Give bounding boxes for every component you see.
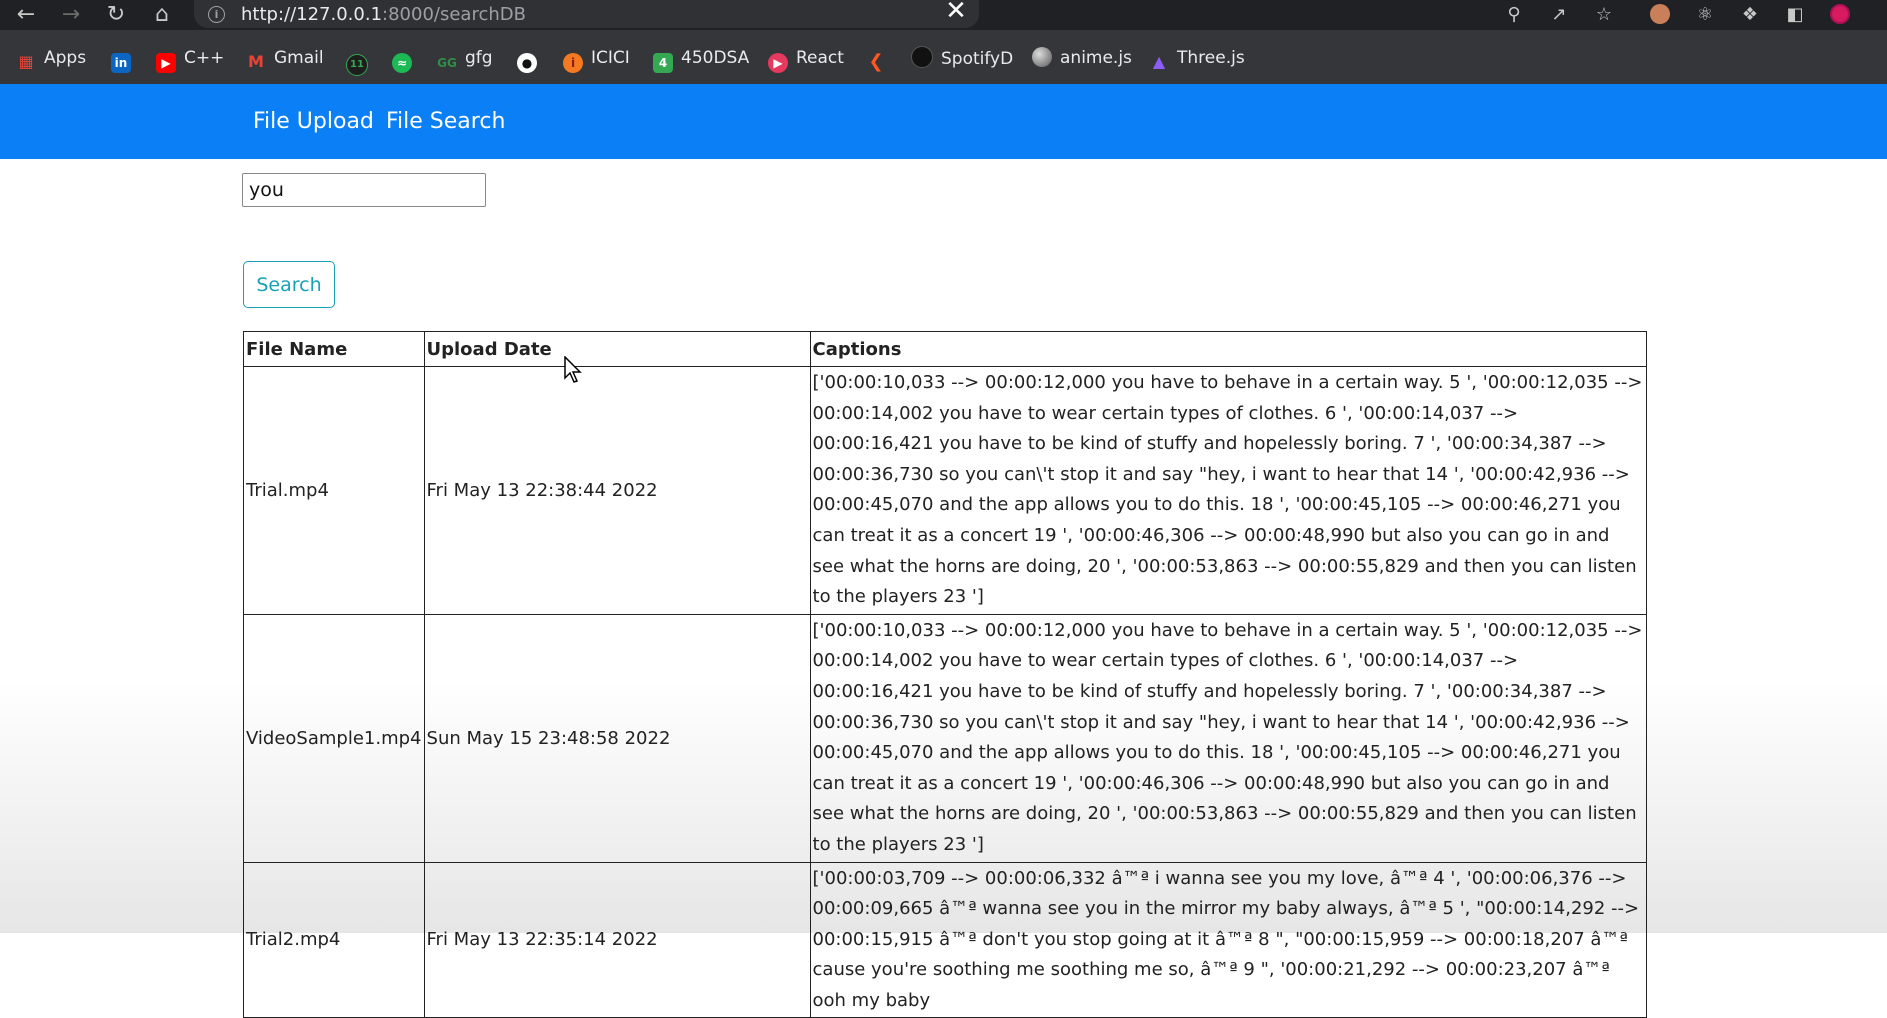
puzzle-extensions-icon[interactable]: ❖	[1739, 4, 1761, 26]
close-icon[interactable]: ✕	[934, 0, 978, 29]
mouse-cursor-icon	[564, 356, 582, 383]
table-row: Trial2.mp4 Fri May 13 22:35:14 2022 ['00…	[243, 861, 1648, 1018]
react-icon: ▶	[768, 53, 788, 73]
bookmark-animejs[interactable]: anime.js	[1032, 46, 1132, 70]
nav-file-search[interactable]: File Search	[386, 109, 505, 134]
bookmark-gfg[interactable]: GG gfg	[437, 46, 492, 70]
side-panel-icon[interactable]: ◧	[1784, 4, 1806, 26]
github-icon: ●	[517, 53, 537, 73]
info-icon[interactable]: i	[208, 6, 225, 23]
animejs-icon	[1032, 47, 1052, 67]
profile-avatar-icon[interactable]	[1829, 4, 1851, 26]
codepen-icon: ❮	[868, 51, 884, 72]
zoom-icon[interactable]: ⚲	[1503, 4, 1525, 26]
bookmark-threejs[interactable]: ▲ Three.js	[1149, 46, 1245, 71]
browser-toolbar: ← → ↻ ⌂ i http://127.0.0.1:8000/searchDB…	[0, 0, 1887, 30]
nav-file-upload[interactable]: File Upload	[253, 109, 374, 134]
spotifyd-icon	[911, 46, 933, 68]
captions-cell: ['00:00:10,033 --> 00:00:12,000 you have…	[809, 613, 1648, 863]
react-devtools-icon[interactable]: ⚛	[1694, 4, 1716, 26]
table-header-row: File Name Upload Date Captions	[243, 331, 1648, 367]
bookmark-calendar[interactable]: 11	[346, 46, 376, 76]
back-arrow-icon[interactable]: ←	[13, 2, 39, 28]
header-file-name: File Name	[243, 331, 425, 367]
bookmark-spotify[interactable]: ≈	[392, 46, 420, 73]
captions-cell: ['00:00:03,709 --> 00:00:06,332 â™ª i wa…	[809, 861, 1648, 1018]
gmail-icon: M	[248, 52, 264, 71]
upload-date-cell: Fri May 13 22:35:14 2022	[423, 861, 811, 1018]
search-button[interactable]: Search	[243, 261, 335, 308]
address-bar[interactable]: i http://127.0.0.1:8000/searchDB	[194, 0, 979, 28]
url-text: http://127.0.0.1:8000/searchDB	[241, 4, 526, 25]
reload-icon[interactable]: ↻	[103, 2, 129, 28]
app-navbar: File Upload File Search	[0, 84, 1887, 159]
upload-date-cell: Sun May 15 23:48:58 2022	[423, 613, 811, 863]
bookmark-icici[interactable]: i ICICI	[563, 46, 630, 73]
file-name-cell: Trial.mp4	[243, 366, 425, 615]
bookmark-spotifyd[interactable]: SpotifyD	[911, 46, 1013, 70]
captions-cell: ['00:00:10,033 --> 00:00:12,000 you have…	[809, 366, 1648, 615]
bookmark-github[interactable]: ●	[517, 46, 545, 73]
youtube-icon: ▶	[156, 53, 176, 73]
file-name-cell: VideoSample1.mp4	[243, 613, 425, 863]
search-input[interactable]	[242, 173, 486, 207]
icici-icon: i	[563, 53, 583, 73]
bookmarks-bar: ▦ Apps in ▶ C++ M Gmail 11 ≈ GG gfg ● i ICICI…	[0, 30, 1887, 84]
apps-grid-icon: ▦	[18, 52, 34, 71]
extension-avatar-icon[interactable]	[1649, 4, 1671, 26]
home-icon[interactable]: ⌂	[149, 2, 175, 28]
results-table: File Name Upload Date Captions Trial.mp4…	[243, 331, 1648, 1018]
bookmark-linkedin[interactable]: in	[111, 46, 139, 73]
spotify-icon: ≈	[392, 53, 412, 73]
header-upload-date: Upload Date	[423, 331, 811, 367]
number-4-icon: 4	[653, 53, 673, 73]
linkedin-icon: in	[111, 53, 131, 73]
upload-date-cell: Fri May 13 22:38:44 2022	[423, 366, 811, 615]
bookmark-react[interactable]: ▶ React	[768, 46, 844, 73]
header-captions: Captions	[809, 331, 1648, 367]
search-page: Search File Name Upload Date Captions Tr…	[0, 159, 1887, 1018]
geeksforgeeks-icon: GG	[437, 56, 457, 70]
forward-arrow-icon[interactable]: →	[58, 2, 84, 28]
threejs-icon: ▲	[1152, 52, 1166, 71]
table-row: VideoSample1.mp4 Sun May 15 23:48:58 202…	[243, 613, 1648, 863]
bookmark-450dsa[interactable]: 4 450DSA	[653, 46, 749, 73]
calendar-11-icon: 11	[346, 54, 368, 76]
table-row: Trial.mp4 Fri May 13 22:38:44 2022 ['00:…	[243, 366, 1648, 615]
bookmark-apps[interactable]: ▦ Apps	[16, 46, 86, 71]
bookmark-cpp[interactable]: ▶ C++	[156, 46, 224, 73]
bookmark-star-icon[interactable]: ☆	[1593, 4, 1615, 26]
file-name-cell: Trial2.mp4	[243, 861, 425, 1018]
bookmark-codepen[interactable]: ❮	[866, 46, 894, 72]
bookmark-gmail[interactable]: M Gmail	[246, 46, 324, 71]
share-icon[interactable]: ↗	[1548, 4, 1570, 26]
